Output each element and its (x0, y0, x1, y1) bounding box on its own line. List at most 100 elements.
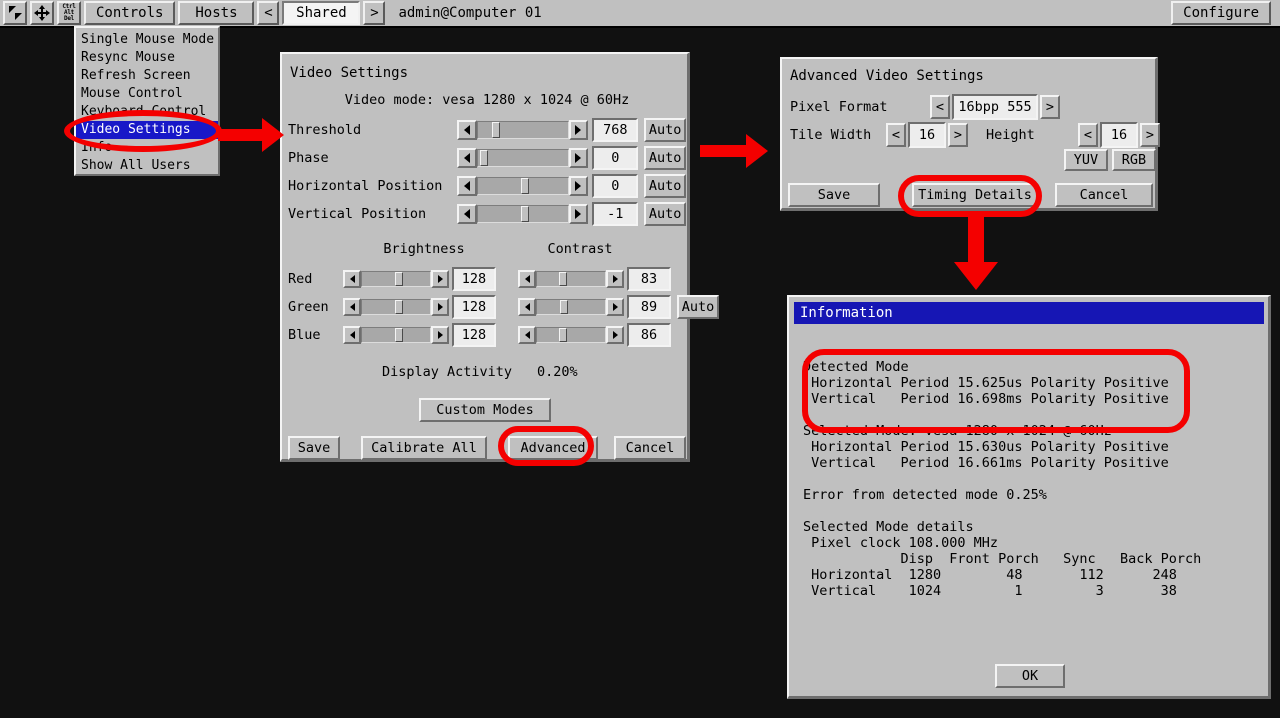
menu-item-info[interactable]: Info (76, 139, 218, 157)
blue-contrast-slider-track[interactable] (536, 327, 606, 343)
menu-item-resync-mouse[interactable]: Resync Mouse (76, 49, 218, 67)
annotation-arrow-to-video-settings (218, 118, 284, 152)
advanced-cancel-button[interactable]: Cancel (1055, 183, 1153, 207)
horizontal-position-decrement-button[interactable] (457, 176, 477, 196)
blue-brightness-value-field[interactable]: 128 (452, 323, 496, 347)
tile-height-value-field[interactable]: 16 (1100, 122, 1138, 148)
vertical-position-value-field[interactable]: -1 (592, 202, 639, 226)
blue-contrast-value-field[interactable]: 86 (627, 323, 671, 347)
red-brightness-value-field[interactable]: 128 (452, 267, 496, 291)
ctrl-alt-del-label: Ctrl Alt Del (62, 3, 76, 22)
green-contrast-increment-button[interactable] (606, 298, 624, 316)
timing-details-button[interactable]: Timing Details (912, 183, 1038, 207)
threshold-decrement-button[interactable] (457, 120, 477, 140)
top-toolbar: Ctrl Alt Del Controls Hosts < Shared > adm… (0, 0, 1280, 28)
green-contrast-value-field[interactable]: 89 (627, 295, 671, 319)
horizontal-position-value-field[interactable]: 0 (592, 174, 639, 198)
video-settings-cancel-button[interactable]: Cancel (614, 436, 686, 460)
next-host-button[interactable]: > (363, 1, 386, 25)
video-mode-label: Video mode: vesa 1280 x 1024 @ 60Hz (344, 92, 630, 108)
information-body-text: Detected Mode Horizontal Period 15.625us… (803, 359, 1202, 599)
pixel-format-row: Pixel Format < 16bpp 555 > (790, 94, 1060, 120)
green-brightness-increment-button[interactable] (431, 298, 449, 316)
rgb-button[interactable]: RGB (1112, 149, 1156, 171)
menu-item-keyboard-control[interactable]: Keyboard Control (76, 103, 218, 121)
channels-auto-button[interactable]: Auto (677, 295, 719, 319)
horizontal-position-auto-button[interactable]: Auto (644, 174, 686, 198)
menu-item-show-all-users[interactable]: Show All Users (76, 157, 218, 175)
threshold-value-field[interactable]: 768 (592, 118, 639, 142)
vertical-position-decrement-button[interactable] (457, 204, 477, 224)
pixel-format-next-button[interactable]: > (1040, 95, 1060, 119)
tile-height-next-button[interactable]: > (1140, 123, 1160, 147)
prev-host-button[interactable]: < (257, 1, 280, 25)
pixel-format-value-field[interactable]: 16bpp 555 (952, 94, 1038, 120)
information-ok-button[interactable]: OK (995, 664, 1065, 688)
tile-width-label: Tile Width (790, 127, 872, 143)
slider-label-vertical-position: Vertical Position (288, 206, 427, 222)
slider-label-phase: Phase (288, 150, 329, 166)
red-contrast-increment-button[interactable] (606, 270, 624, 288)
pointer-icon[interactable] (3, 1, 27, 25)
slider-row-horizontal-position: Horizontal Position 0 Auto (288, 172, 686, 200)
blue-contrast-increment-button[interactable] (606, 326, 624, 344)
threshold-increment-button[interactable] (568, 120, 589, 140)
blue-contrast-decrement-button[interactable] (518, 326, 536, 344)
vertical-position-increment-button[interactable] (568, 204, 589, 224)
menu-item-video-settings[interactable]: Video Settings (76, 121, 218, 139)
pixel-format-label: Pixel Format (790, 99, 888, 115)
display-activity-label: Display Activity (382, 364, 513, 380)
phase-slider-track[interactable] (477, 149, 569, 167)
red-brightness-decrement-button[interactable] (343, 270, 361, 288)
menu-item-single-mouse-mode[interactable]: Single Mouse Mode (76, 31, 218, 49)
threshold-slider-track[interactable] (477, 121, 569, 139)
green-brightness-slider-track[interactable] (361, 299, 431, 315)
phase-decrement-button[interactable] (457, 148, 477, 168)
pixel-format-prev-button[interactable]: < (930, 95, 950, 119)
contrast-header: Contrast (547, 241, 613, 257)
advanced-button[interactable]: Advanced (508, 436, 598, 460)
current-user-label: admin@Computer 01 (398, 5, 542, 21)
green-contrast-decrement-button[interactable] (518, 298, 536, 316)
advanced-save-button[interactable]: Save (788, 183, 880, 207)
blue-brightness-increment-button[interactable] (431, 326, 449, 344)
green-contrast-slider-track[interactable] (536, 299, 606, 315)
phase-auto-button[interactable]: Auto (644, 146, 686, 170)
custom-modes-button[interactable]: Custom Modes (419, 398, 551, 422)
controls-menu-button[interactable]: Controls (84, 1, 176, 25)
green-brightness-value-field[interactable]: 128 (452, 295, 496, 319)
configure-button[interactable]: Configure (1171, 1, 1271, 25)
channel-label-blue: Blue (288, 327, 321, 343)
red-contrast-decrement-button[interactable] (518, 270, 536, 288)
phase-value-field[interactable]: 0 (592, 146, 639, 170)
red-brightness-increment-button[interactable] (431, 270, 449, 288)
shared-mode-button[interactable]: Shared (282, 1, 361, 25)
vertical-position-slider-track[interactable] (477, 205, 569, 223)
tile-width-next-button[interactable]: > (948, 123, 968, 147)
move-icon[interactable] (30, 1, 54, 25)
menu-item-mouse-control[interactable]: Mouse Control (76, 85, 218, 103)
calibrate-all-button[interactable]: Calibrate All (361, 436, 487, 460)
green-brightness-decrement-button[interactable] (343, 298, 361, 316)
phase-increment-button[interactable] (568, 148, 589, 168)
hosts-menu-button[interactable]: Hosts (178, 1, 255, 25)
video-settings-save-button[interactable]: Save (288, 436, 340, 460)
tile-width-prev-button[interactable]: < (886, 123, 906, 147)
horizontal-position-increment-button[interactable] (568, 176, 589, 196)
red-contrast-slider-track[interactable] (536, 271, 606, 287)
threshold-auto-button[interactable]: Auto (644, 118, 686, 142)
yuv-button[interactable]: YUV (1064, 149, 1108, 171)
vertical-position-auto-button[interactable]: Auto (644, 202, 686, 226)
tile-width-value-field[interactable]: 16 (908, 122, 946, 148)
information-titlebar: Information (794, 302, 1264, 324)
horizontal-position-slider-track[interactable] (477, 177, 569, 195)
menu-item-refresh-screen[interactable]: Refresh Screen (76, 67, 218, 85)
red-contrast-value-field[interactable]: 83 (627, 267, 671, 291)
blue-brightness-decrement-button[interactable] (343, 326, 361, 344)
controls-dropdown-menu: Single Mouse Mode Resync Mouse Refresh S… (74, 26, 220, 176)
blue-brightness-slider-track[interactable] (361, 327, 431, 343)
annotation-arrow-to-information (954, 214, 998, 290)
red-brightness-slider-track[interactable] (361, 271, 431, 287)
ctrl-alt-del-icon[interactable]: Ctrl Alt Del (57, 1, 81, 25)
tile-height-prev-button[interactable]: < (1078, 123, 1098, 147)
